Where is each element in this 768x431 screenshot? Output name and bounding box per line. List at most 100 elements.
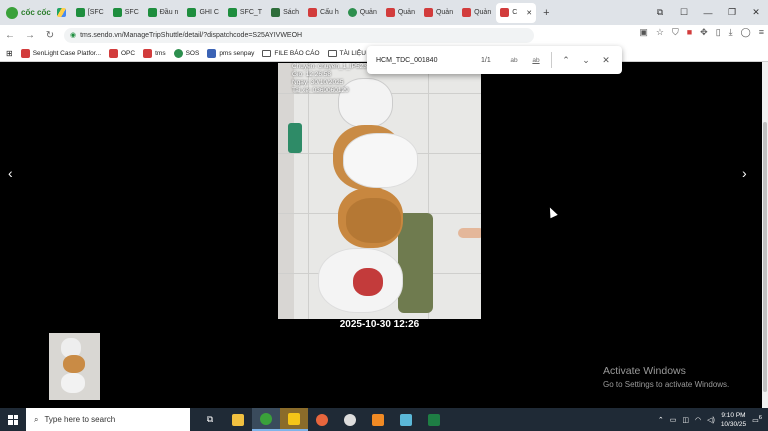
page-scrollbar[interactable]	[762, 62, 768, 408]
sidebar-icon[interactable]: ▯	[716, 27, 721, 38]
close-window-icon[interactable]: ✕	[744, 7, 768, 18]
app-orange-icon[interactable]	[308, 408, 336, 431]
extension-sendo-icon[interactable]: ■	[687, 27, 692, 38]
bookmark-folder-tai-lieu[interactable]: TÀI LIỆU	[327, 49, 366, 57]
floor-tile-line	[308, 63, 309, 319]
tab-sfc-t[interactable]: SFC_T	[224, 3, 266, 23]
wifi-icon[interactable]: ◠	[695, 416, 701, 424]
sendo-icon	[143, 48, 153, 58]
url-field[interactable]: ◉ tms.sendo.vn/ManageTripShuttle/detail/…	[64, 27, 534, 43]
tab-active[interactable]: C ✕	[496, 2, 537, 23]
sheets-icon	[75, 8, 85, 17]
bookmark-senlight[interactable]: SenLight Case Platfor...	[20, 48, 101, 58]
network-icon[interactable]: ◫	[682, 416, 689, 424]
close-tab-icon[interactable]: ✕	[526, 9, 532, 17]
bookmark-star-icon[interactable]: ☆	[656, 27, 664, 38]
folder-icon	[262, 49, 272, 57]
app-fox-icon[interactable]	[364, 408, 392, 431]
profile-icon[interactable]: ◯	[741, 27, 751, 38]
green-circle-icon	[347, 8, 357, 17]
photo-metadata-overlay: Chuyen: chuyen_1_IP523 Gio: 12:26:58 Nga…	[292, 63, 367, 94]
sticky-notes-icon[interactable]	[280, 408, 308, 431]
tab-sach[interactable]: Sách	[267, 3, 303, 23]
minimize-icon[interactable]: —	[696, 8, 720, 18]
tab-quan-1[interactable]: Quản	[344, 3, 381, 23]
task-view-icon[interactable]: ⧉	[196, 408, 224, 431]
brand-name: cốc cốc	[21, 8, 51, 17]
find-next-icon[interactable]: ⌄	[576, 55, 596, 66]
system-tray: ⌃ ▭ ◫ ◠ ◁) 9:10 PM 10/30/25 ▭6	[658, 408, 768, 431]
find-prev-icon[interactable]: ⌃	[556, 55, 576, 66]
green-mat	[398, 213, 433, 313]
search-placeholder: Type here to search	[44, 415, 116, 424]
file-explorer-icon[interactable]	[224, 408, 252, 431]
find-bar: HCM_TDC_001840 1/1 ab ab ⌃ ⌄ ✕	[367, 46, 622, 74]
thumb-bag	[61, 373, 85, 393]
forward-icon[interactable]: →	[20, 30, 40, 41]
site-info-icon[interactable]: ◉	[70, 31, 76, 39]
extensions-puzzle-icon[interactable]: ✥	[700, 27, 708, 38]
tab-sfc-2[interactable]: SFC	[109, 3, 143, 23]
sendo-icon	[109, 48, 118, 58]
next-image-arrow[interactable]: ›	[742, 165, 747, 181]
bookmark-opc[interactable]: OPC	[109, 48, 135, 58]
tab-sfc-1[interactable]: [SFC	[72, 3, 108, 23]
back-icon[interactable]: ←	[0, 30, 20, 41]
find-close-icon[interactable]: ✕	[596, 55, 616, 66]
delivery-photo[interactable]: Chuyen: chuyen_1_IP523 Gio: 12:26:58 Nga…	[278, 63, 481, 319]
sendo-icon	[462, 8, 472, 17]
scrollbar-thumb[interactable]	[763, 122, 767, 392]
tray-chevron-icon[interactable]: ⌃	[658, 416, 664, 424]
whole-word-toggle[interactable]: ab	[525, 57, 547, 64]
prev-image-arrow[interactable]: ‹	[8, 165, 13, 181]
photo-timestamp: 2025-10-30 12:26	[339, 319, 420, 330]
bookmark-tms[interactable]: tms	[143, 48, 166, 58]
tab-dau[interactable]: Đầu n	[144, 3, 183, 23]
find-match-count: 1/1	[481, 56, 491, 64]
battery-icon[interactable]: ▭	[670, 416, 677, 424]
sheets-icon	[227, 8, 237, 17]
shield-icon[interactable]: ⛉	[672, 27, 679, 38]
downloads-icon[interactable]: ⤓	[729, 27, 733, 38]
tab-quan-3[interactable]: Quản	[420, 3, 457, 23]
google-drive-icon[interactable]	[56, 8, 66, 17]
toolbar-icons: ▣ ☆ ⛉ ■ ✥ ▯ ⤓ ◯ ≡	[639, 27, 764, 38]
bookmark-pms-senpay[interactable]: pms senpay	[207, 48, 254, 58]
menu-icon[interactable]: ≡	[759, 27, 764, 38]
browser-brand[interactable]: cốc cốc	[0, 0, 57, 25]
sendo-icon	[385, 8, 395, 17]
sheets-icon	[147, 8, 157, 17]
coccoc-taskbar-icon[interactable]	[252, 408, 280, 431]
tab-quan-2[interactable]: Quản	[382, 3, 419, 23]
chat-app-icon[interactable]	[336, 408, 364, 431]
reload-icon[interactable]: ↻	[40, 30, 60, 41]
match-case-toggle[interactable]: ab	[503, 57, 525, 64]
search-icon: ⌕	[34, 414, 39, 424]
sendo-icon	[423, 8, 433, 17]
notification-icon[interactable]: ▭6	[752, 415, 762, 424]
bookmark-sos[interactable]: SOS	[173, 48, 199, 58]
screenshot-icon[interactable]: ⧉	[648, 7, 672, 18]
thumb-bag	[63, 355, 85, 373]
find-in-page-icon[interactable]: ▣	[639, 27, 648, 38]
tab-quan-4[interactable]: Quản	[458, 3, 495, 23]
apps-grid-icon[interactable]: ⊞	[6, 49, 13, 58]
image-thumbnail[interactable]	[49, 333, 100, 400]
excel-icon[interactable]	[420, 408, 448, 431]
tab-ghi[interactable]: GHI C	[183, 3, 222, 23]
find-input[interactable]: HCM_TDC_001840	[376, 57, 481, 64]
clock[interactable]: 9:10 PM 10/30/25	[721, 411, 746, 429]
coccoc-logo-icon	[6, 6, 18, 19]
restore-icon[interactable]: ❐	[720, 7, 744, 18]
taskbar-search[interactable]: ⌕ Type here to search	[26, 408, 190, 431]
new-tab-icon[interactable]: +	[537, 7, 555, 19]
tab-cau-hinh[interactable]: Cấu h	[304, 3, 343, 23]
app-blue-icon[interactable]	[392, 408, 420, 431]
volume-icon[interactable]: ◁)	[707, 416, 715, 424]
address-bar: ← → ↻ ◉ tms.sendo.vn/ManageTripShuttle/d…	[0, 25, 768, 45]
sheets-icon	[112, 8, 122, 17]
start-button[interactable]	[0, 414, 26, 425]
bookmark-folder-bao-cao[interactable]: FILE BÁO CÁO	[262, 49, 320, 57]
sheets-icon	[187, 8, 197, 17]
download-icon[interactable]: ☐	[672, 7, 696, 18]
